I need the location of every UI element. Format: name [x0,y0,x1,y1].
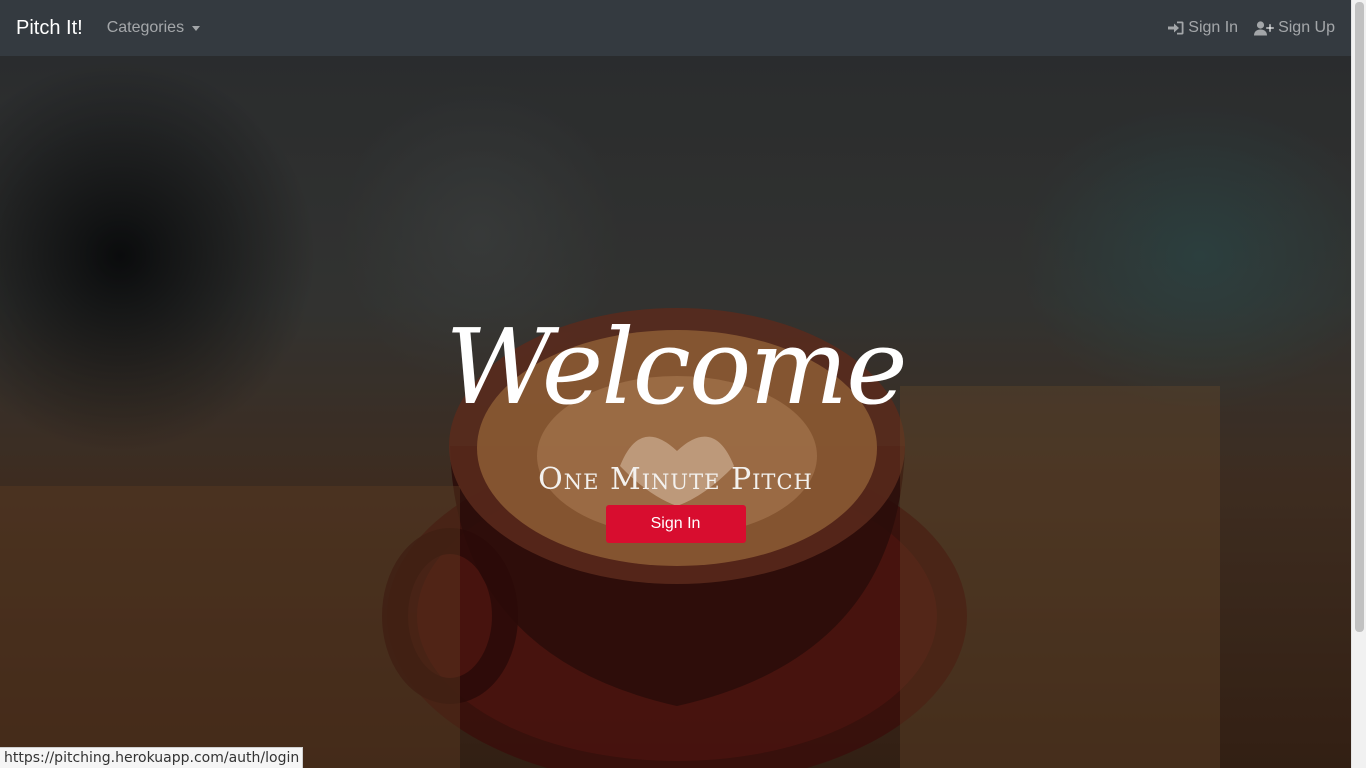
hero-content: Welcome One Minute Pitch Sign In [0,306,1351,544]
sign-in-icon [1168,21,1184,35]
vertical-scrollbar[interactable] [1351,0,1366,768]
welcome-heading: Welcome [445,306,907,428]
hero-sign-in-button[interactable]: Sign In [605,505,746,544]
nav-sign-in-label: Sign In [1188,19,1239,36]
navbar: Pitch It! Categories Sign In Sign Up [0,0,1351,56]
dropdown-caret-icon [192,26,201,31]
categories-dropdown[interactable]: Categories [106,19,201,37]
user-plus-icon [1254,20,1274,36]
hero-section: Welcome One Minute Pitch Sign In [0,56,1351,768]
scrollbar-thumb[interactable] [1355,2,1364,632]
hero-subtitle: One Minute Pitch [538,462,813,498]
categories-label: Categories [106,19,185,36]
nav-sign-up-label: Sign Up [1278,19,1335,36]
nav-sign-up-link[interactable]: Sign Up [1254,19,1335,37]
status-url-bar: https://pitching.herokuapp.com/auth/logi… [0,747,304,768]
nav-right-links: Sign In Sign Up [1168,19,1335,37]
brand-link[interactable]: Pitch It! [16,17,83,40]
nav-sign-in-link[interactable]: Sign In [1168,19,1238,37]
